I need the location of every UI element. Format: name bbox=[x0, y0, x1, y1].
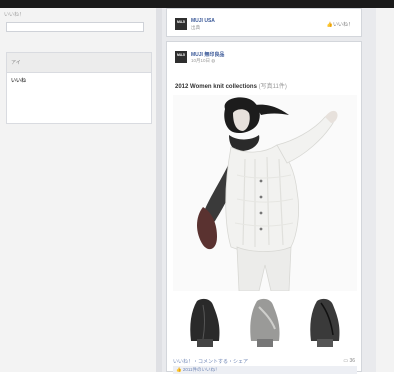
left-top-label: いいね！ bbox=[4, 12, 25, 18]
globe-icon: ◍ bbox=[211, 58, 216, 63]
comment-count-value: 36 bbox=[349, 358, 355, 364]
page-logo-text: MUJI bbox=[176, 53, 186, 57]
comment-count[interactable]: ▭ 36 bbox=[343, 358, 355, 364]
page-logo-text: MUJI bbox=[176, 20, 186, 24]
thumbnail-1-image bbox=[177, 295, 233, 349]
right-gutter bbox=[376, 8, 394, 372]
post-timestamp-text: 10月10日 bbox=[191, 58, 211, 63]
page-name-link[interactable]: MUJI 無印良品 bbox=[191, 51, 224, 58]
top-border bbox=[0, 0, 394, 8]
photo-count[interactable]: (写真11件) bbox=[259, 84, 287, 90]
left-sidebar: いいね！ アイ いいね bbox=[0, 8, 156, 372]
likes-summary[interactable]: 👍 2011件のいいね！ bbox=[173, 366, 357, 374]
left-panel: アイ いいね bbox=[6, 52, 152, 124]
main-photo[interactable] bbox=[173, 95, 357, 291]
album-title[interactable]: 2012 Women knit collections bbox=[175, 84, 257, 90]
left-column-divider bbox=[156, 8, 162, 372]
comment-icon: ▭ bbox=[343, 358, 349, 364]
thumbnail-1[interactable] bbox=[177, 295, 233, 349]
photo-thumbnails bbox=[173, 295, 357, 349]
thumbnail-2-image bbox=[237, 295, 293, 349]
page-canvas: いいね！ アイ いいね MUJI MUJI USA 出典 👍いいね！ MUJI … bbox=[0, 8, 394, 374]
page-logo[interactable]: MUJI bbox=[175, 51, 187, 63]
likes-summary-text: 2011件のいいね！ bbox=[182, 367, 220, 372]
post-actions[interactable]: いいね！・コメントする・シェア bbox=[173, 358, 248, 365]
left-panel-header: アイ bbox=[7, 53, 151, 73]
left-panel-item[interactable]: いいね bbox=[11, 77, 26, 84]
post-text: 2012 Women knit collections (写真11件) bbox=[175, 81, 287, 90]
model-photo-illustration bbox=[173, 95, 357, 291]
like-button-label: いいね！ bbox=[332, 22, 353, 28]
main-post-card: MUJI MUJI 無印良品 10月10日 ◍ 2012 Women knit … bbox=[166, 41, 362, 374]
top-post-card: MUJI MUJI USA 出典 👍いいね！ bbox=[166, 8, 362, 37]
left-panel-header-label: アイ bbox=[11, 60, 21, 66]
left-search-field[interactable] bbox=[6, 22, 144, 32]
thumbs-up-icon: 👍 bbox=[176, 367, 182, 372]
thumbnail-2[interactable] bbox=[237, 295, 293, 349]
thumbnail-3[interactable] bbox=[297, 295, 353, 349]
thumbnail-3-image bbox=[297, 295, 353, 349]
post-subtitle: 出典 bbox=[191, 25, 200, 30]
post-timestamp[interactable]: 10月10日 ◍ bbox=[191, 58, 215, 64]
like-button[interactable]: 👍いいね！ bbox=[327, 21, 353, 28]
page-name-link[interactable]: MUJI USA bbox=[191, 18, 215, 24]
page-logo[interactable]: MUJI bbox=[175, 18, 187, 30]
